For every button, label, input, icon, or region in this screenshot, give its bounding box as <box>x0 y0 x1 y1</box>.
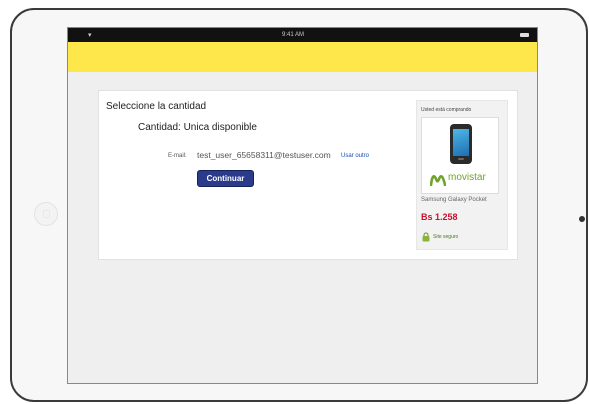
movistar-m-icon <box>430 175 446 186</box>
phone-icon <box>450 124 472 164</box>
tablet-screen: ▾ 9:41 AM Seleccione la cantidad Cantida… <box>67 27 538 384</box>
home-button[interactable] <box>34 202 58 226</box>
status-bar: ▾ 9:41 AM <box>68 28 537 42</box>
lock-icon <box>422 232 430 242</box>
quantity-text: Cantidad: Unica disponible <box>138 122 257 133</box>
secure-site-badge: Site seguro <box>422 232 482 242</box>
checkout-card: Seleccione la cantidad Cantidad: Unica d… <box>98 90 518 260</box>
use-other-email-link[interactable]: Usar outro <box>341 153 369 159</box>
email-label: E-mail: <box>168 153 187 159</box>
home-button-icon <box>43 210 50 218</box>
product-name: Samsung Galaxy Pocket <box>421 197 487 203</box>
section-title: Seleccione la cantidad <box>106 101 207 112</box>
purchase-summary: Usted está comprando movistar Samsung Ga… <box>416 100 508 250</box>
continue-button[interactable]: Continuar <box>197 170 254 187</box>
secure-site-label: Site seguro <box>433 234 459 240</box>
product-image-box: movistar <box>421 117 499 194</box>
site-header <box>68 42 537 72</box>
battery-icon <box>520 33 529 37</box>
product-price: Bs 1.258 <box>421 212 458 222</box>
brand-name: movistar <box>448 172 486 183</box>
status-time: 9:41 AM <box>282 32 305 38</box>
brand-logo: movistar <box>430 172 496 186</box>
wifi-icon: ▾ <box>88 32 92 39</box>
summary-title: Usted está comprando <box>421 107 472 113</box>
email-value: test_user_65658311@testuser.com <box>197 150 331 160</box>
camera-icon <box>579 216 585 222</box>
